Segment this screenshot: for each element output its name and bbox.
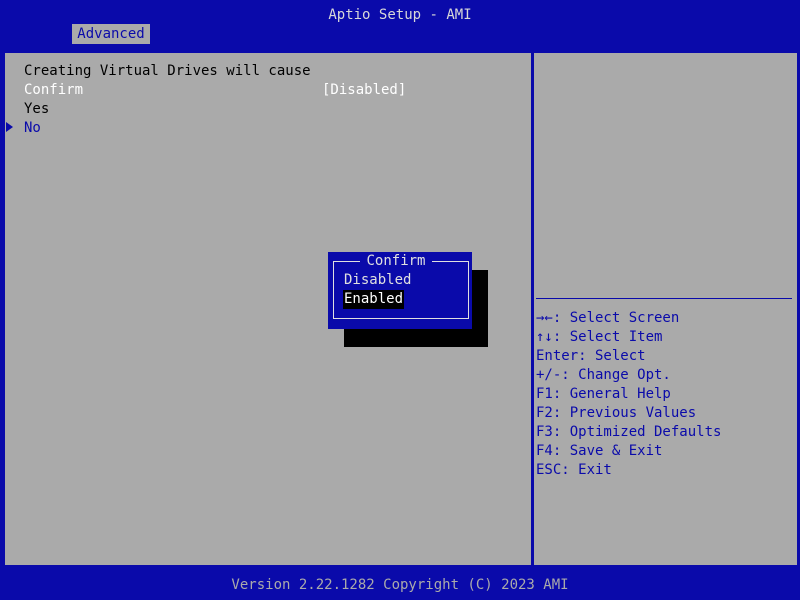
tab-advanced[interactable]: Advanced bbox=[72, 24, 150, 44]
help-optimized-defaults: F3: Optimized Defaults bbox=[536, 424, 722, 440]
popup-option-disabled[interactable]: Disabled bbox=[344, 271, 411, 290]
help-change-opt: +/-: Change Opt. bbox=[536, 367, 671, 383]
selection-arrow-icon bbox=[6, 122, 13, 132]
help-enter-select: Enter: Select bbox=[536, 348, 646, 364]
help-previous-values: F2: Previous Values bbox=[536, 405, 697, 421]
help-select-screen: →←: Select Screen bbox=[536, 310, 680, 326]
description-text: Creating Virtual Drives will cause bbox=[24, 63, 311, 79]
confirm-setting-label[interactable]: Confirm bbox=[24, 81, 83, 100]
confirm-setting-value[interactable]: [Disabled] bbox=[322, 81, 406, 100]
version-footer: Version 2.22.1282 Copyright (C) 2023 AMI bbox=[0, 574, 800, 600]
help-select-item: ↑↓: Select Item bbox=[536, 329, 663, 345]
help-divider bbox=[536, 298, 792, 299]
help-save-exit: F4: Save & Exit bbox=[536, 443, 663, 459]
option-no[interactable]: No bbox=[24, 119, 41, 138]
popup-title: Confirm bbox=[360, 252, 432, 271]
help-general-help: F1: General Help bbox=[536, 386, 671, 402]
option-yes[interactable]: Yes bbox=[24, 100, 49, 119]
help-esc-exit: ESC: Exit bbox=[536, 462, 612, 478]
popup-option-enabled[interactable]: Enabled bbox=[343, 290, 405, 309]
window-title: Aptio Setup - AMI bbox=[0, 0, 800, 24]
